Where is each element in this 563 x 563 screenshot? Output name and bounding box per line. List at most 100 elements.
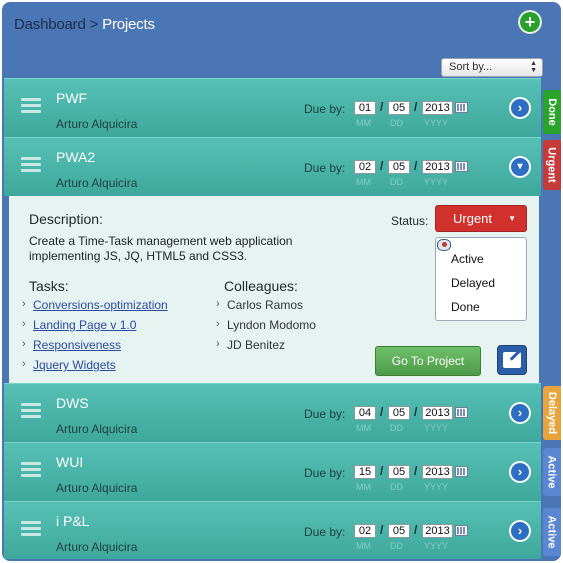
due-by-label: Due by: — [304, 466, 346, 480]
tasks-label: Tasks: — [29, 278, 69, 294]
project-row[interactable]: WUI Arturo Alquicira Due by: 15 / 05 / 2013 MM DD… — [4, 442, 541, 501]
bullet-icon: › — [22, 358, 26, 370]
edit-button[interactable] — [497, 345, 527, 375]
calendar-icon[interactable] — [455, 102, 468, 113]
status-tab-label: Urgent — [546, 147, 559, 183]
date-separator: / — [380, 464, 384, 478]
hamburger-icon[interactable] — [21, 157, 41, 175]
eye-icon[interactable] — [437, 239, 451, 251]
colleagues-label: Colleagues: — [224, 278, 298, 294]
project-owner: Arturo Alquicira — [56, 117, 138, 131]
date-separator: / — [414, 464, 418, 478]
open-button[interactable]: › — [509, 520, 531, 542]
month-input[interactable]: 02 — [354, 160, 376, 174]
task-link[interactable]: Landing Page v 1.0 — [33, 318, 136, 332]
date-separator: / — [414, 159, 418, 173]
month-input[interactable]: 02 — [354, 524, 376, 538]
task-link[interactable]: Jquery Widgets — [33, 358, 116, 372]
day-hint: DD — [390, 482, 403, 492]
status-option-done[interactable]: Done — [451, 300, 480, 314]
year-input[interactable]: 2013 — [422, 160, 453, 174]
status-option-active[interactable]: Active — [451, 252, 484, 266]
hamburger-icon[interactable] — [21, 98, 41, 116]
day-input[interactable]: 05 — [388, 160, 410, 174]
day-input[interactable]: 05 — [388, 524, 410, 538]
hamburger-icon[interactable] — [21, 521, 41, 539]
task-link[interactable]: Conversions-optimization — [33, 298, 168, 312]
status-tab[interactable]: Active — [543, 448, 561, 496]
project-name[interactable]: DWS — [56, 395, 89, 411]
calendar-icon[interactable] — [455, 466, 468, 477]
go-to-project-button[interactable]: Go To Project — [375, 346, 481, 376]
breadcrumb-projects: Projects — [102, 16, 155, 33]
year-hint: YYYY — [424, 482, 449, 492]
status-dropdown-menu: Active Delayed Done — [435, 237, 527, 321]
year-hint: YYYY — [424, 177, 449, 187]
status-option-delayed[interactable]: Delayed — [451, 276, 495, 290]
status-dropdown-button[interactable]: Urgent ▼ — [435, 205, 527, 232]
header: Dashboard > Projects + Sort by... ▲ ▼ — [2, 2, 561, 78]
status-tab-label: Done — [546, 98, 558, 126]
date-separator: / — [414, 405, 418, 419]
project-name[interactable]: PWA2 — [56, 149, 95, 165]
month-input[interactable]: 01 — [354, 101, 376, 115]
status-tab-label: Active — [546, 515, 558, 549]
bullet-icon: › — [22, 318, 26, 330]
breadcrumb-dashboard[interactable]: Dashboard — [14, 16, 86, 33]
day-hint: DD — [390, 118, 403, 128]
calendar-icon[interactable] — [455, 525, 468, 536]
status-tab[interactable]: Active — [543, 508, 561, 556]
open-button[interactable]: › — [509, 461, 531, 483]
status-tab[interactable]: Urgent — [543, 140, 561, 190]
sort-select[interactable]: Sort by... ▲ ▼ — [441, 58, 543, 77]
month-hint: MM — [356, 118, 371, 128]
project-row[interactable]: PWA2 Arturo Alquicira Due by: 02 / 05 / 2013 MM D… — [4, 137, 541, 196]
colleague-name: Lyndon Modomo — [227, 318, 316, 332]
day-input[interactable]: 05 — [388, 465, 410, 479]
project-row[interactable]: PWF Arturo Alquicira Due by: 01 / 05 / 2013 MM DD… — [4, 78, 541, 137]
bullet-icon: › — [22, 298, 26, 310]
calendar-icon[interactable] — [455, 407, 468, 418]
project-name[interactable]: i P&L — [56, 513, 89, 529]
project-detail: Description: Create a Time-Task manageme… — [9, 196, 539, 383]
month-hint: MM — [356, 423, 371, 433]
status-tab[interactable]: Done — [543, 90, 561, 134]
open-button[interactable]: › — [509, 402, 531, 424]
day-hint: DD — [390, 423, 403, 433]
year-hint: YYYY — [424, 118, 449, 128]
add-project-button[interactable]: + — [518, 10, 542, 34]
hamburger-icon[interactable] — [21, 462, 41, 480]
day-hint: DD — [390, 177, 403, 187]
task-link[interactable]: Responsiveness — [33, 338, 121, 352]
project-owner: Arturo Alquicira — [56, 422, 138, 436]
project-owner: Arturo Alquicira — [56, 481, 138, 495]
day-input[interactable]: 05 — [388, 406, 410, 420]
status-label: Status: — [391, 214, 429, 228]
project-owner: Arturo Alquicira — [56, 176, 138, 190]
plus-circle-icon: + — [520, 12, 540, 32]
project-owner: Arturo Alquicira — [56, 540, 138, 554]
open-button[interactable]: › — [509, 97, 531, 119]
month-input[interactable]: 15 — [354, 465, 376, 479]
project-name[interactable]: WUI — [56, 454, 83, 470]
year-input[interactable]: 2013 — [422, 465, 453, 479]
breadcrumb-separator: > — [89, 16, 99, 33]
due-by-label: Due by: — [304, 407, 346, 421]
project-row[interactable]: DWS Arturo Alquicira Due by: 04 / 05 / 2013 MM DD… — [4, 383, 541, 442]
hamburger-icon[interactable] — [21, 403, 41, 421]
status-tab-label: Delayed — [546, 391, 559, 435]
year-input[interactable]: 2013 — [422, 406, 453, 420]
status-tab[interactable]: Delayed — [543, 386, 561, 440]
calendar-icon[interactable] — [455, 161, 468, 172]
caret-down-icon: ▼ — [508, 214, 516, 223]
collapse-button[interactable]: ▾ — [509, 156, 531, 178]
year-input[interactable]: 2013 — [422, 101, 453, 115]
month-hint: MM — [356, 482, 371, 492]
day-input[interactable]: 05 — [388, 101, 410, 115]
project-row[interactable]: i P&L Arturo Alquicira Due by: 02 / 05 / 2013 MM… — [4, 501, 541, 559]
year-input[interactable]: 2013 — [422, 524, 453, 538]
month-input[interactable]: 04 — [354, 406, 376, 420]
status-tab-label: Active — [546, 455, 558, 489]
breadcrumb: Dashboard > Projects — [14, 16, 155, 33]
project-name[interactable]: PWF — [56, 90, 87, 106]
